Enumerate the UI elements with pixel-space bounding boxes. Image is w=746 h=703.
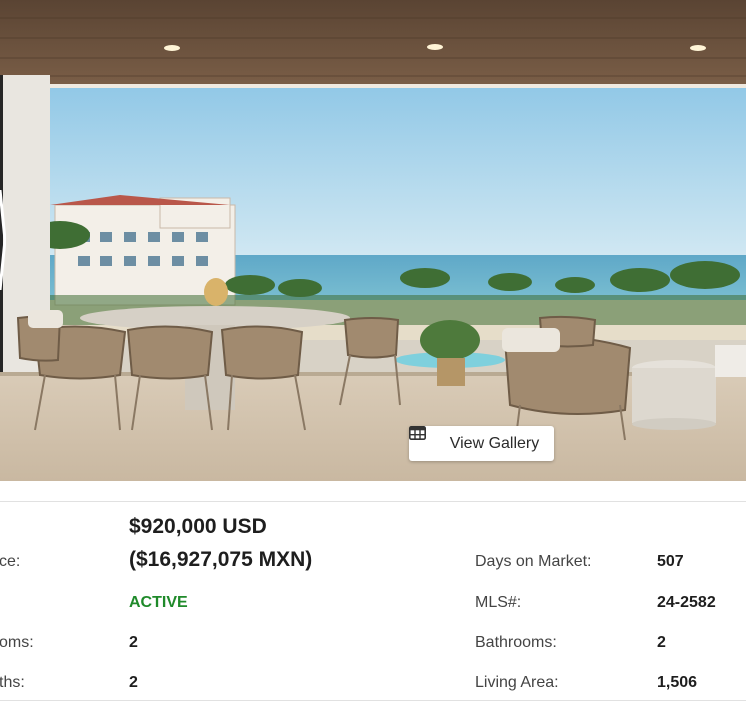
bathrooms-value: 2: [657, 634, 666, 651]
price-label: ce:: [0, 553, 21, 570]
living-area-label: Living Area:: [475, 674, 559, 691]
bedrooms-label: oms:: [0, 634, 34, 651]
mls-value: 24-2582: [657, 594, 716, 611]
table-grid-icon: [409, 426, 441, 451]
terrace-ocean-view-image: [0, 0, 746, 481]
bedrooms-value: 2: [129, 634, 138, 651]
previous-photo-arrow-icon[interactable]: [0, 190, 6, 290]
mls-label: MLS#:: [475, 594, 522, 611]
price-usd: $920,000 USD: [129, 515, 267, 538]
view-gallery-label: View Gallery: [449, 434, 540, 452]
section-divider: [0, 501, 746, 502]
price-mxn: ($16,927,075 MXN): [129, 548, 313, 571]
status-badge: ACTIVE: [129, 594, 188, 611]
days-on-market-value: 507: [657, 553, 684, 570]
half-baths-value: 2: [129, 674, 138, 691]
listing-photo[interactable]: View Gallery: [0, 0, 746, 481]
bathrooms-label: Bathrooms:: [475, 634, 557, 651]
bottom-divider: [0, 700, 746, 701]
half-baths-label: ths:: [0, 674, 25, 691]
living-area-value: 1,506: [657, 674, 698, 691]
days-on-market-label: Days on Market:: [475, 553, 592, 570]
view-gallery-button[interactable]: View Gallery: [409, 426, 554, 461]
